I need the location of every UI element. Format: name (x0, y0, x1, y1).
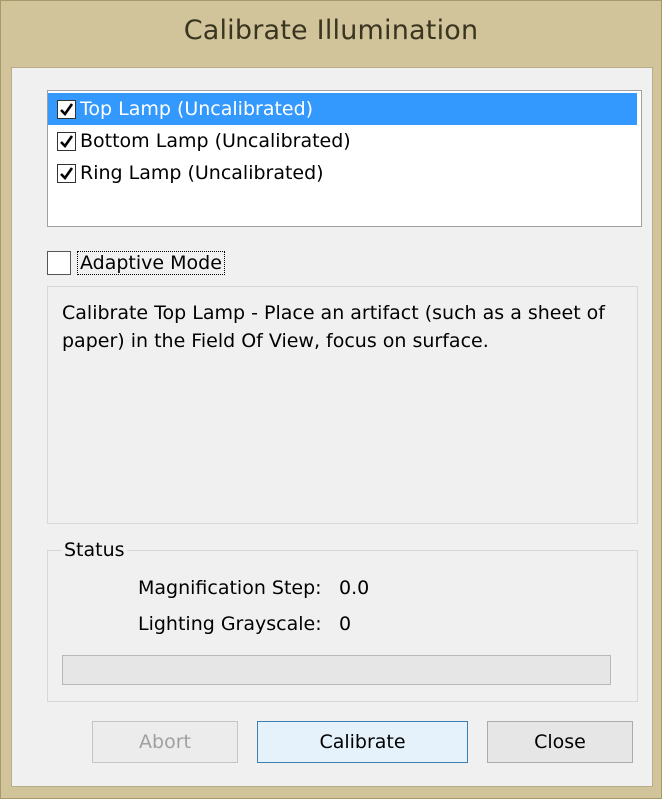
adaptive-mode-box[interactable] (47, 251, 71, 275)
lamp-list[interactable]: Top Lamp (Uncalibrated) Bottom Lamp (Unc… (47, 90, 642, 227)
grayscale-value: 0 (339, 613, 352, 635)
checkmark-icon (60, 134, 74, 148)
lamp-item-bottom[interactable]: Bottom Lamp (Uncalibrated) (48, 125, 641, 157)
window-title: Calibrate Illumination (183, 15, 479, 46)
lamp-item-label: Top Lamp (Uncalibrated) (80, 98, 314, 120)
checkmark-icon (60, 102, 74, 116)
dialog-window: Calibrate Illumination Top Lamp (Uncalib… (0, 0, 662, 799)
close-button[interactable]: Close (487, 721, 633, 763)
magnification-value: 0.0 (339, 577, 370, 599)
top-lamp-checkbox[interactable] (57, 99, 76, 119)
grayscale-label: Lighting Grayscale: (138, 613, 322, 635)
status-group: Status Magnification Step: 0.0 Lighting … (47, 539, 638, 702)
calibrate-button[interactable]: Calibrate (257, 721, 468, 763)
dialog-client-area: Top Lamp (Uncalibrated) Bottom Lamp (Unc… (11, 67, 653, 787)
calibration-progress-bar (62, 655, 611, 685)
adaptive-mode-checkbox[interactable]: Adaptive Mode (47, 248, 225, 278)
magnification-label: Magnification Step: (138, 577, 322, 599)
lamp-item-top[interactable]: Top Lamp (Uncalibrated) (48, 93, 637, 125)
ring-lamp-checkbox[interactable] (57, 163, 76, 183)
instructions-text: Calibrate Top Lamp - Place an artifact (… (62, 302, 605, 352)
lamp-item-ring[interactable]: Ring Lamp (Uncalibrated) (48, 157, 641, 189)
lamp-item-label: Bottom Lamp (Uncalibrated) (80, 130, 351, 152)
status-legend: Status (62, 539, 127, 561)
adaptive-mode-label: Adaptive Mode (77, 251, 225, 275)
bottom-lamp-checkbox[interactable] (57, 131, 76, 151)
instructions-panel: Calibrate Top Lamp - Place an artifact (… (47, 286, 638, 524)
checkmark-icon (60, 166, 74, 180)
abort-button[interactable]: Abort (92, 721, 238, 763)
lamp-item-label: Ring Lamp (Uncalibrated) (80, 162, 324, 184)
